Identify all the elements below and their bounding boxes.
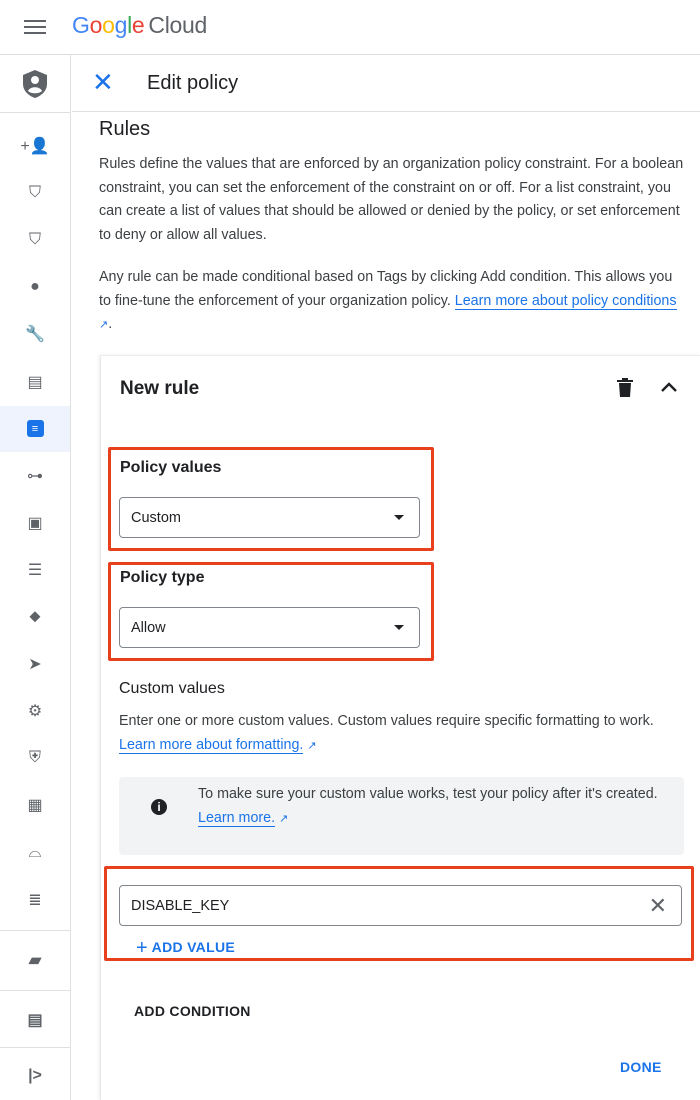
policy-document-icon: ≡ bbox=[26, 420, 44, 438]
sidebar-divider bbox=[0, 1047, 70, 1048]
sidebar-item[interactable]: ⚙ bbox=[0, 688, 70, 734]
policy-type-label: Policy type bbox=[120, 569, 205, 586]
security-shield-icon: ⛨ bbox=[28, 749, 41, 767]
sidebar-item[interactable]: ▤ bbox=[0, 997, 70, 1043]
expand-sidebar-icon: |> bbox=[28, 1067, 42, 1084]
add-person-icon: +👤 bbox=[20, 138, 50, 155]
custom-values-help-text: Enter one or more custom values. Custom … bbox=[119, 713, 654, 729]
sidebar-item[interactable]: ▤ bbox=[0, 359, 70, 405]
sidebar-item[interactable]: 🔧 bbox=[0, 311, 70, 357]
custom-value-text: DISABLE_KEY bbox=[131, 898, 230, 914]
sidebar-divider bbox=[0, 112, 70, 113]
sidebar-item[interactable]: ⬥ bbox=[0, 594, 70, 640]
sidebar-item[interactable]: ⊶ bbox=[0, 453, 70, 499]
policy-conditions-link[interactable]: Learn more about policy conditions bbox=[454, 292, 677, 310]
key-box-icon: ⊶ bbox=[27, 467, 43, 485]
logo-cloud-text: Cloud bbox=[148, 12, 208, 38]
sidebar-item[interactable]: ▣ bbox=[0, 500, 70, 546]
learn-more-link[interactable]: Learn more. bbox=[198, 809, 276, 827]
add-value-label: ADD VALUE bbox=[151, 939, 235, 955]
external-link-icon: ↗ bbox=[279, 812, 289, 825]
incognito-icon: ⌓ bbox=[28, 843, 42, 861]
sidebar-item[interactable]: ▦ bbox=[0, 782, 70, 828]
account-circle-icon: ● bbox=[30, 278, 40, 296]
formatting-link[interactable]: Learn more about formatting. bbox=[119, 736, 304, 754]
info-message: To make sure your custom value works, te… bbox=[198, 786, 658, 802]
hamburger-menu-icon[interactable] bbox=[24, 17, 46, 37]
sidebar-item[interactable]: ➤ bbox=[0, 641, 70, 687]
custom-value-input[interactable]: DISABLE_KEY ✕ bbox=[119, 885, 682, 926]
policy-values-selected: Custom bbox=[131, 510, 181, 526]
policy-type-select[interactable]: Allow bbox=[119, 607, 420, 648]
shield-person-icon: ⛉ bbox=[28, 231, 41, 249]
add-condition-button[interactable]: ADD CONDITION bbox=[134, 1003, 251, 1019]
info-icon: i bbox=[151, 799, 167, 815]
sidebar-item[interactable]: ⌓ bbox=[0, 830, 70, 876]
close-icon[interactable]: ✕ bbox=[92, 69, 114, 95]
plus-icon: + bbox=[136, 937, 148, 959]
done-button[interactable]: DONE bbox=[620, 1059, 662, 1075]
sidebar-item[interactable]: |> bbox=[0, 1053, 70, 1099]
info-banner: i To make sure your custom value works, … bbox=[119, 777, 684, 855]
sidebar-item[interactable]: +👤 bbox=[0, 123, 70, 169]
policy-type-selected: Allow bbox=[131, 620, 166, 636]
collapse-chevron-up-icon[interactable] bbox=[660, 380, 678, 399]
policy-values-select[interactable]: Custom bbox=[119, 497, 420, 538]
top-bar: Google Cloud bbox=[0, 0, 700, 55]
sidebar-item[interactable]: ● bbox=[0, 264, 70, 310]
folder-settings-icon: ▰ bbox=[28, 952, 42, 969]
sidebar-item[interactable]: ≡ bbox=[0, 405, 70, 452]
tag-icon: ⬥ bbox=[29, 608, 41, 625]
wrench-icon: 🔧 bbox=[25, 326, 45, 344]
custom-values-help: Enter one or more custom values. Custom … bbox=[119, 710, 664, 758]
rules-conditional-text: Any rule can be made conditional based o… bbox=[99, 266, 684, 338]
document-settings-icon: ▤ bbox=[27, 373, 43, 391]
new-rule-title: New rule bbox=[120, 378, 200, 399]
sidebar-divider bbox=[0, 990, 70, 991]
custom-values-label: Custom values bbox=[119, 680, 225, 697]
delete-icon[interactable] bbox=[617, 378, 633, 403]
sidebar-item[interactable]: ⛨ bbox=[0, 735, 70, 781]
period: . bbox=[108, 316, 113, 332]
sidebar-item[interactable]: ⛉ bbox=[0, 170, 70, 216]
sidebar: +👤 ⛉ ⛉ ● 🔧 ▤ ≡ ⊶ ▣ ☰ ⬥ ➤ ⚙ ⛨ ▦ ⌓ ≣ ▰ ▤ |> bbox=[0, 55, 71, 1100]
dropdown-arrow-icon bbox=[394, 625, 404, 630]
stacked-lines-icon: ≣ bbox=[28, 891, 42, 909]
filmstrip-icon: ▦ bbox=[27, 797, 43, 815]
rules-heading: Rules bbox=[99, 118, 151, 140]
rules-description: Rules define the values that are enforce… bbox=[99, 156, 684, 243]
external-link-icon: ↗ bbox=[307, 739, 317, 752]
page-title: Edit policy bbox=[147, 72, 239, 94]
sidebar-divider bbox=[0, 930, 70, 931]
policy-values-label: Policy values bbox=[120, 459, 222, 476]
list-icon: ☰ bbox=[27, 561, 43, 579]
dropdown-arrow-icon bbox=[394, 515, 404, 520]
sidebar-item[interactable]: ☰ bbox=[0, 547, 70, 593]
google-cloud-logo[interactable]: Google Cloud bbox=[72, 12, 207, 39]
shield-key-icon: ⛉ bbox=[28, 184, 41, 202]
external-link-icon: ↗ bbox=[99, 319, 109, 331]
iam-shield-icon[interactable] bbox=[0, 61, 70, 107]
sidebar-item[interactable]: ▰ bbox=[0, 937, 70, 983]
clear-icon[interactable]: ✕ bbox=[649, 893, 667, 919]
info-text: To make sure your custom value works, te… bbox=[198, 783, 658, 831]
sidebar-item[interactable]: ⛉ bbox=[0, 217, 70, 263]
id-card-icon: ▣ bbox=[27, 514, 43, 532]
add-value-button[interactable]: + ADD VALUE bbox=[136, 937, 235, 960]
release-notes-icon: ▤ bbox=[27, 1012, 43, 1029]
page-header: ✕ Edit policy bbox=[72, 55, 700, 112]
gear-icon: ⚙ bbox=[27, 703, 43, 721]
sidebar-item[interactable]: ≣ bbox=[0, 877, 70, 923]
label-icon: ➤ bbox=[28, 656, 42, 674]
